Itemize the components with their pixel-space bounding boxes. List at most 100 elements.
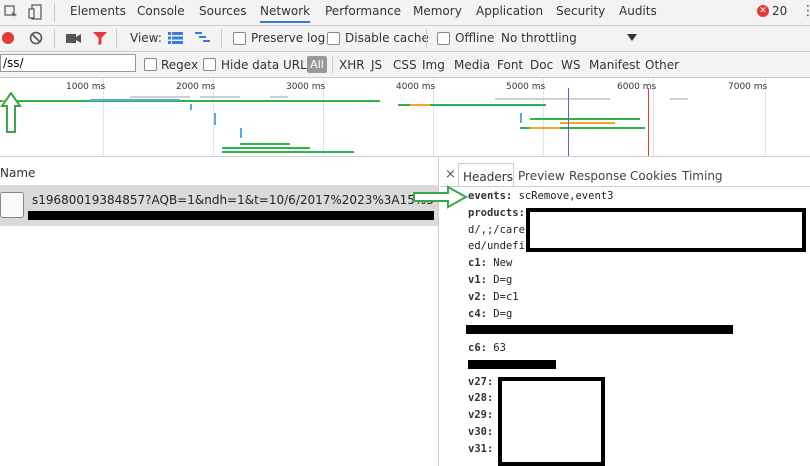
redaction-box <box>498 377 605 466</box>
large-rows-icon[interactable] <box>168 32 183 44</box>
tab-console[interactable]: Console <box>137 4 185 18</box>
preserve-log-checkbox[interactable] <box>233 32 246 45</box>
param-c6: c6: 63 <box>468 342 506 354</box>
param-products-line: ed/undefi <box>468 240 525 252</box>
dom-content-loaded-line <box>568 88 569 156</box>
network-toolbar: View: Preserve log Disable cache Offline… <box>0 26 810 52</box>
param-key: events: <box>468 190 513 202</box>
timeline-tick: 2000 ms <box>176 82 216 92</box>
tab-cookies[interactable]: Cookies <box>630 169 677 183</box>
regex-checkbox[interactable] <box>144 58 157 71</box>
timeline-bar <box>530 127 560 129</box>
tab-headers-label: Headers <box>463 170 513 184</box>
tab-application[interactable]: Application <box>476 4 543 18</box>
timeline-tick: 1000 ms <box>66 82 106 92</box>
preserve-log-label: Preserve log <box>251 31 326 45</box>
inspect-element-icon[interactable] <box>4 5 18 19</box>
more-options-icon[interactable]: ⋮ <box>801 4 810 18</box>
disable-cache-label: Disable cache <box>345 31 429 45</box>
tab-performance[interactable]: Performance <box>325 4 401 18</box>
param-events: events: scRemove,event3 <box>468 190 613 202</box>
load-event-line <box>648 88 649 156</box>
error-count[interactable]: 20 <box>772 4 787 18</box>
network-overview-timeline[interactable]: 1000 ms 2000 ms 3000 ms 4000 ms 5000 ms … <box>0 78 810 157</box>
param-v30: v30: <box>468 426 494 438</box>
close-icon[interactable]: × <box>445 167 456 182</box>
param-key: v1: <box>468 274 487 286</box>
redaction-bar <box>468 360 556 369</box>
regex-label: Regex <box>161 58 199 72</box>
filter-type-doc[interactable]: Doc <box>530 58 553 72</box>
param-key: c4: <box>468 308 487 320</box>
screenshot-camera-icon[interactable] <box>66 33 81 44</box>
filter-type-xhr[interactable]: XHR <box>339 58 365 72</box>
param-value: D=c1 <box>493 291 519 303</box>
tab-security[interactable]: Security <box>556 4 605 18</box>
timeline-tick: 5000 ms <box>506 82 546 92</box>
headers-content: events: scRemove,event3 products: d/,;/c… <box>440 187 810 466</box>
tab-network[interactable]: Network <box>260 4 311 23</box>
param-v28: v28: <box>468 392 494 404</box>
timeline-bar <box>222 147 310 149</box>
filter-type-other[interactable]: Other <box>645 58 679 72</box>
param-v27: v27: <box>468 376 494 388</box>
clear-icon[interactable] <box>29 31 43 45</box>
request-name[interactable]: s19680019384857?AQB=1&ndh=1&t=10/6/2017%… <box>32 193 434 207</box>
chevron-down-icon[interactable] <box>627 34 637 41</box>
disable-cache-checkbox[interactable] <box>327 32 340 45</box>
timeline-bar <box>530 118 640 120</box>
divider <box>116 29 117 48</box>
param-key: products: <box>468 207 525 219</box>
offline-label: Offline <box>455 31 495 45</box>
filter-input[interactable] <box>0 54 136 72</box>
filter-type-manifest[interactable]: Manifest <box>589 58 640 72</box>
timeline-bar <box>222 151 354 153</box>
filter-type-media[interactable]: Media <box>454 58 490 72</box>
filter-type-ws[interactable]: WS <box>561 58 580 72</box>
param-key: v2: <box>468 291 487 303</box>
tab-elements[interactable]: Elements <box>70 4 126 18</box>
hide-data-urls-label: Hide data URLs <box>221 58 314 72</box>
detail-tabs-bar: × Headers Preview Response Cookies Timin… <box>440 157 810 187</box>
filter-type-css[interactable]: CSS <box>393 58 417 72</box>
divider <box>54 3 55 22</box>
tab-preview[interactable]: Preview <box>518 169 565 183</box>
param-value: D=g <box>493 308 513 320</box>
divider <box>426 29 427 48</box>
tab-audits[interactable]: Audits <box>619 4 657 18</box>
tab-headers[interactable]: Headers <box>458 163 514 186</box>
timeline-bar <box>270 96 288 98</box>
hide-data-urls-checkbox[interactable] <box>203 58 216 71</box>
param-products: products: <box>468 207 525 219</box>
annotation-up-arrow-icon <box>0 92 22 133</box>
name-column-header[interactable]: Name <box>0 157 438 186</box>
divider <box>221 29 222 48</box>
tab-response[interactable]: Response <box>569 169 627 183</box>
record-icon[interactable] <box>2 32 14 44</box>
filter-type-js[interactable]: JS <box>371 58 382 72</box>
name-column-label: Name <box>0 166 36 180</box>
waterfall-overview-icon[interactable] <box>195 32 210 44</box>
param-value: D=g <box>493 274 513 286</box>
timeline-bar <box>190 104 192 110</box>
throttling-select[interactable]: No throttling <box>501 31 577 45</box>
offline-checkbox[interactable] <box>437 32 450 45</box>
error-icon[interactable]: ✕ <box>757 5 769 17</box>
device-toolbar-icon[interactable] <box>28 4 42 20</box>
view-label: View: <box>130 31 162 45</box>
timeline-tick: 3000 ms <box>286 82 326 92</box>
timeline-bar <box>410 104 430 106</box>
redaction-bar <box>466 325 733 334</box>
filter-funnel-icon[interactable] <box>93 32 107 45</box>
tab-timing[interactable]: Timing <box>682 169 723 183</box>
param-products-line: d/,;/care <box>468 224 525 236</box>
filter-type-all[interactable]: All <box>307 56 327 73</box>
param-v1: v1: D=g <box>468 274 512 286</box>
timeline-bar <box>240 143 290 145</box>
filter-type-font[interactable]: Font <box>497 58 523 72</box>
param-c4: c4: D=g <box>468 308 512 320</box>
tab-sources[interactable]: Sources <box>199 4 246 18</box>
tab-memory[interactable]: Memory <box>413 4 462 18</box>
table-row[interactable]: s19680019384857?AQB=1&ndh=1&t=10/6/2017%… <box>0 186 438 226</box>
filter-type-img[interactable]: Img <box>422 58 445 72</box>
